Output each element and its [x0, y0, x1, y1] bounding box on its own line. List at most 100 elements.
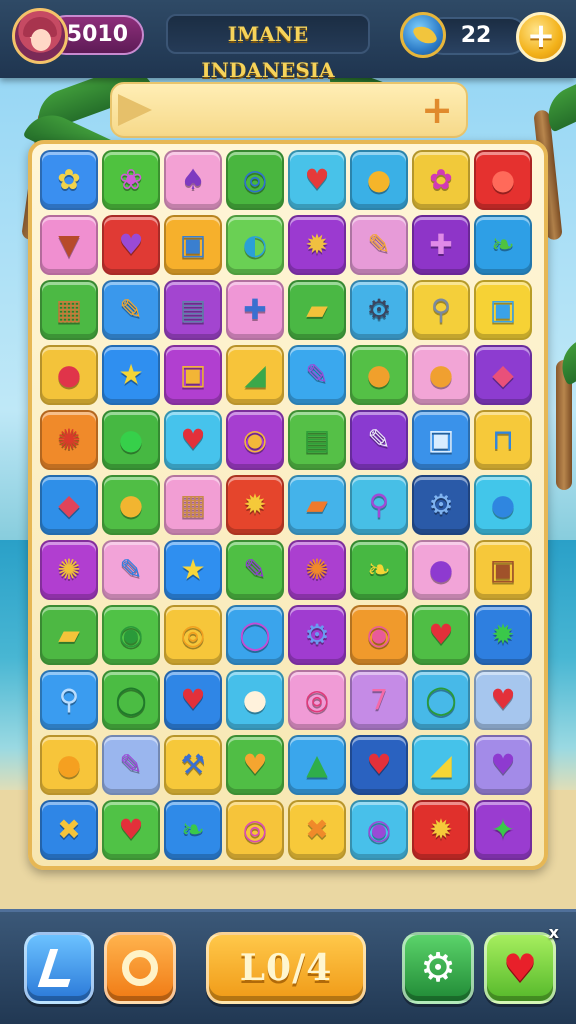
tile-crayon[interactable]: ✎	[226, 540, 284, 600]
tile-heart[interactable]: ♥	[474, 670, 532, 730]
hint-button[interactable]	[24, 932, 94, 1004]
tile-heart[interactable]: ♥	[474, 735, 532, 795]
search-button[interactable]	[104, 932, 176, 1004]
tile-scroll[interactable]: ▰	[40, 605, 98, 665]
tile-bird[interactable]: ◆	[474, 345, 532, 405]
tile-magnifier[interactable]: ⚲	[412, 280, 470, 340]
tile-flower[interactable]: ✿	[412, 150, 470, 210]
tile-heart[interactable]: ♥	[164, 410, 222, 470]
tile-onion[interactable]: ●	[350, 345, 408, 405]
tile-tube[interactable]: ▰	[288, 475, 346, 535]
avatar[interactable]	[12, 8, 68, 64]
tile-heart[interactable]: ♥	[226, 735, 284, 795]
tile-shoe[interactable]: ◢	[412, 735, 470, 795]
tile-flower[interactable]: ✿	[40, 150, 98, 210]
tile-gear[interactable]: ⚙	[288, 605, 346, 665]
tile-picture[interactable]: ▣	[412, 410, 470, 470]
pen-icon: ✎	[305, 358, 329, 391]
add-coins-button[interactable]: +	[516, 12, 566, 62]
tile-pushpin[interactable]: ✎	[350, 215, 408, 275]
tile-blob-flower[interactable]: ❀	[102, 150, 160, 210]
tile-pickaxe[interactable]: ⚒	[164, 735, 222, 795]
tile-heart[interactable]: ♥	[350, 735, 408, 795]
tile-crate[interactable]: ▦	[40, 280, 98, 340]
tile-shard[interactable]: ◢	[226, 345, 284, 405]
tile-heart[interactable]: ♥	[102, 215, 160, 275]
level-title: IMANE INDANESIA	[166, 14, 370, 82]
bottom-toolbar: L0/4 ⚙ ♥ x	[0, 909, 576, 1024]
tile-apple[interactable]: ●	[474, 150, 532, 210]
tile-camera[interactable]: ▣	[164, 215, 222, 275]
tile-cookie[interactable]: ✹	[288, 215, 346, 275]
tile-pepper[interactable]: ●	[102, 475, 160, 535]
tile-heart[interactable]: ♥	[412, 605, 470, 665]
tile-bow[interactable]: ✖	[40, 800, 98, 860]
tile-carrot-bunch[interactable]: ✺	[288, 540, 346, 600]
tile-splat[interactable]: ✹	[474, 605, 532, 665]
close-icon[interactable]: x	[549, 923, 559, 942]
tile-ball[interactable]: ●	[40, 345, 98, 405]
tile-smiley-blob[interactable]: ●	[40, 735, 98, 795]
tile-paintbrush[interactable]: ✎	[102, 540, 160, 600]
tile-tree[interactable]: ▲	[288, 735, 346, 795]
tile-burger[interactable]: ●	[412, 345, 470, 405]
tile-ring[interactable]: ◯	[226, 605, 284, 665]
tile-heart[interactable]: ♥	[288, 150, 346, 210]
tile-gear[interactable]: ⚙	[412, 475, 470, 535]
tile-table[interactable]: ⊓	[474, 410, 532, 470]
tile-swirl[interactable]: ◎	[288, 670, 346, 730]
tile-spool[interactable]: ◎	[226, 150, 284, 210]
tile-racket[interactable]: ♠	[164, 150, 222, 210]
tile-coin[interactable]: ◎	[164, 605, 222, 665]
tile-lollipop[interactable]: ⚲	[350, 475, 408, 535]
tile-bubble[interactable]: ●	[102, 410, 160, 470]
tile-ice-cream[interactable]: ▼	[40, 215, 98, 275]
tile-sun[interactable]: ✹	[226, 475, 284, 535]
tile-bubble[interactable]: ●	[474, 475, 532, 535]
tile-palm-leaves[interactable]: ✺	[40, 540, 98, 600]
tile-smiley-star[interactable]: ★	[164, 540, 222, 600]
tile-lips[interactable]: ◆	[40, 475, 98, 535]
tile-leaf[interactable]: ❧	[164, 800, 222, 860]
tile-dumpling[interactable]: ●	[226, 670, 284, 730]
level-button[interactable]: L0/4	[206, 932, 366, 1004]
tile-star-burst[interactable]: ✹	[412, 800, 470, 860]
tile-pencil[interactable]: ✎	[102, 280, 160, 340]
tile-speech-bubble[interactable]: ◯	[412, 670, 470, 730]
tile-crossed-sticks[interactable]: ✖	[288, 800, 346, 860]
tile-bone[interactable]: ✚	[412, 215, 470, 275]
tile-leaf[interactable]: ❧	[474, 215, 532, 275]
tile-leaf[interactable]: ◐	[226, 215, 284, 275]
tile-logs[interactable]: ▦	[164, 475, 222, 535]
settings-button[interactable]: ⚙	[402, 932, 474, 1004]
tile-tablet[interactable]: ▣	[164, 345, 222, 405]
tile-robot[interactable]: ▤	[164, 280, 222, 340]
tile-leaf[interactable]: ❧	[350, 540, 408, 600]
tile-speech-bubble[interactable]: ◯	[102, 670, 160, 730]
tile-star[interactable]: ✦	[474, 800, 532, 860]
tile-carrot-bunch[interactable]: ✺	[40, 410, 98, 470]
tile-target[interactable]: ◎	[226, 800, 284, 860]
tile-snail[interactable]: ◉	[102, 605, 160, 665]
progress-plus-button[interactable]: +	[418, 90, 456, 130]
tile-star[interactable]: ★	[102, 345, 160, 405]
tile-pen[interactable]: ✎	[288, 345, 346, 405]
tile-magnifier[interactable]: ⚲	[40, 670, 98, 730]
tile-syringe[interactable]: ✚	[226, 280, 284, 340]
tile-gear[interactable]: ⚙	[350, 280, 408, 340]
tile-strawberry[interactable]: ♥	[102, 800, 160, 860]
lives-button[interactable]: ♥ x	[484, 923, 559, 1004]
tile-orb[interactable]: ●	[412, 540, 470, 600]
tile-bottle[interactable]: ◉	[350, 800, 408, 860]
tile-eggplant[interactable]: ✎	[350, 410, 408, 470]
tile-camera[interactable]: ▣	[474, 540, 532, 600]
tile-heart[interactable]: ♥	[164, 670, 222, 730]
tile-box[interactable]: ▣	[474, 280, 532, 340]
tile-bowl[interactable]: ◉	[226, 410, 284, 470]
tile-crayon[interactable]: ✎	[102, 735, 160, 795]
tile-lemon[interactable]: ●	[350, 150, 408, 210]
tile-donut[interactable]: ◉	[350, 605, 408, 665]
tile-cheese[interactable]: ▰	[288, 280, 346, 340]
tile-coins-stack[interactable]: ▤	[288, 410, 346, 470]
tile-number-seven[interactable]: 7	[350, 670, 408, 730]
